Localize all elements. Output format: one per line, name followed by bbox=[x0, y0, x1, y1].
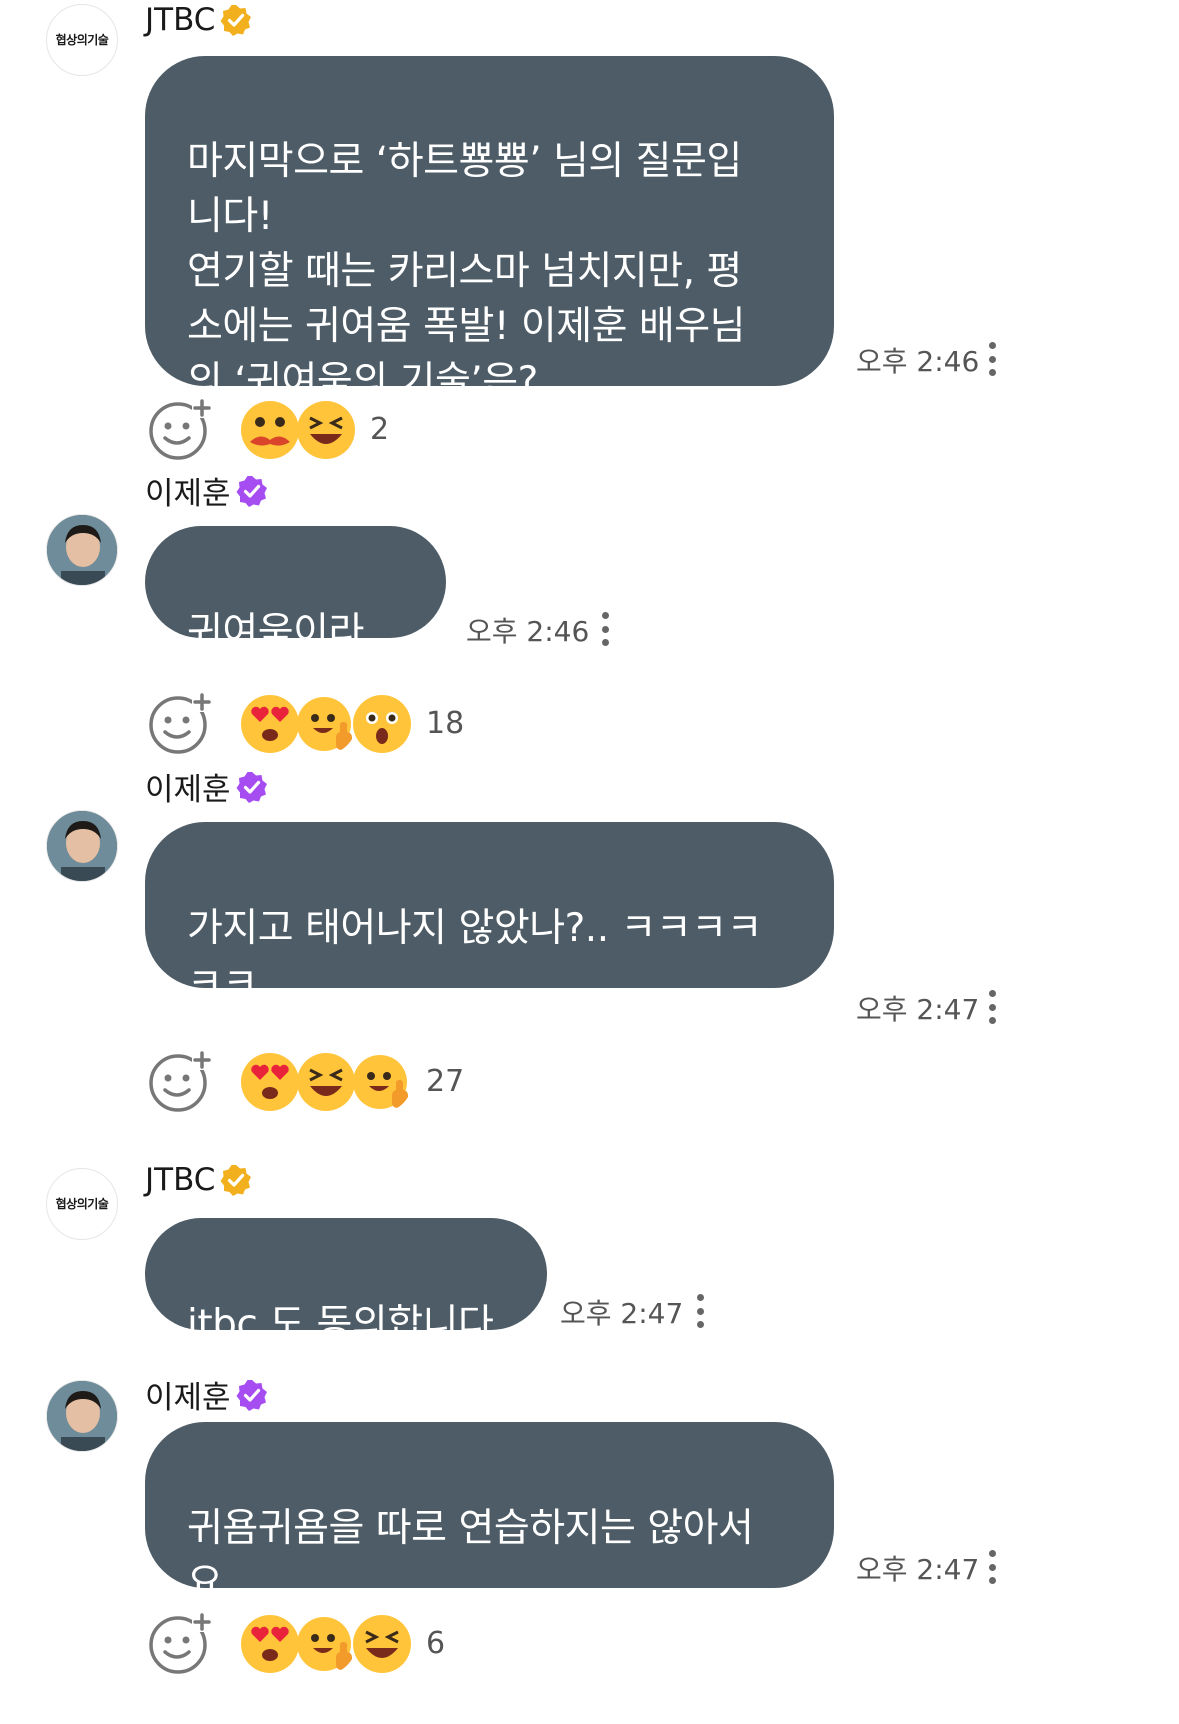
sender-label: JTBC bbox=[145, 1162, 216, 1198]
message-bubble[interactable]: 가지고 태어나지 않았나?.. ㅋㅋㅋㅋ ㅋㅋ bbox=[145, 822, 834, 1006]
reaction-count: 6 bbox=[426, 1626, 446, 1661]
sender-label: JTBC bbox=[145, 2, 216, 38]
message-text: 가지고 태어나지 않았나?.. ㅋㅋㅋㅋ ㅋㅋ bbox=[187, 906, 763, 1006]
more-options-icon[interactable] bbox=[695, 1294, 705, 1328]
message-bubble[interactable]: 마지막으로 ‘하트뿅뿅’ 님의 질문입 니다! 연기할 때는 카리스마 넘치지만… bbox=[145, 56, 834, 404]
message-text: jtbc 도 동의합니다 bbox=[187, 1302, 494, 1347]
grinning-squint-emoji[interactable] bbox=[296, 1052, 356, 1112]
add-reaction-icon[interactable] bbox=[148, 1050, 212, 1114]
sender-label: 이제훈 bbox=[145, 476, 231, 512]
avatar-logo-text: 협상의기술 bbox=[55, 1197, 109, 1211]
sender-name: JTBC bbox=[145, 2, 253, 38]
verified-badge-icon bbox=[220, 1165, 252, 1196]
verified-badge-icon bbox=[236, 475, 267, 507]
avatar[interactable] bbox=[46, 810, 118, 882]
message: 협상의기술 JTBC jtbc 도 동의합니다 오후 2:47 bbox=[0, 1156, 1179, 1356]
sender-label: 이제훈 bbox=[145, 1380, 231, 1416]
sender-name: 이제훈 bbox=[145, 468, 269, 513]
surprised-face-emoji[interactable] bbox=[352, 694, 412, 754]
thumbs-up-face-emoji[interactable] bbox=[296, 694, 356, 754]
avatar-logo-text: 협상의기술 bbox=[55, 33, 109, 47]
verified-badge-icon bbox=[220, 5, 252, 36]
avatar-photo-icon bbox=[47, 811, 117, 881]
add-reaction-icon[interactable] bbox=[148, 692, 212, 756]
heart-eyes-emoji[interactable] bbox=[240, 1614, 300, 1674]
timestamp: 오후 2:47 bbox=[560, 1297, 684, 1330]
thumbs-up-face-emoji[interactable] bbox=[296, 1614, 356, 1674]
reaction-row: 27 bbox=[148, 1050, 548, 1114]
avatar-photo-icon bbox=[47, 1381, 117, 1451]
message-text: 마지막으로 ‘하트뿅뿅’ 님의 질문입 니다! 연기할 때는 카리스마 넘치지만… bbox=[187, 139, 746, 404]
reaction-count: 18 bbox=[426, 706, 465, 741]
message-bubble[interactable]: 귀욤귀욤을 따로 연습하지는 않아서 요.. bbox=[145, 1422, 834, 1606]
heart-eyes-emoji[interactable] bbox=[240, 694, 300, 754]
avatar[interactable]: 협상의기술 bbox=[46, 1168, 118, 1240]
reaction-count: 2 bbox=[370, 412, 390, 447]
sender-name: JTBC bbox=[145, 1162, 253, 1198]
reaction-row: 2 bbox=[148, 398, 548, 462]
timestamp: 오후 2:46 bbox=[466, 615, 590, 648]
thumbs-up-face-emoji[interactable] bbox=[352, 1052, 412, 1112]
message-text: 귀욤귀욤을 따로 연습하지는 않아서 요.. bbox=[187, 1506, 754, 1606]
more-options-icon[interactable] bbox=[987, 1550, 997, 1584]
message: 이제훈 가지고 태어나지 않았나?.. ㅋㅋㅋㅋ ㅋㅋ 오후 2:47 27 bbox=[0, 770, 1179, 1112]
sender-name: 이제훈 bbox=[145, 764, 269, 809]
grinning-squint-emoji[interactable] bbox=[352, 1614, 412, 1674]
avatar[interactable] bbox=[46, 514, 118, 586]
more-options-icon[interactable] bbox=[987, 342, 997, 376]
more-options-icon[interactable] bbox=[600, 612, 610, 646]
verified-badge-icon bbox=[236, 771, 267, 803]
avatar[interactable]: 협상의기술 bbox=[46, 4, 118, 76]
reaction-row: 6 bbox=[148, 1612, 548, 1676]
verified-badge-icon bbox=[236, 1379, 267, 1411]
add-reaction-icon[interactable] bbox=[148, 398, 212, 462]
message-text: 귀여움이라... bbox=[187, 610, 400, 655]
message-bubble[interactable]: 귀여움이라... bbox=[145, 526, 446, 655]
sender-name: 이제훈 bbox=[145, 1372, 269, 1417]
mustache-face-emoji[interactable] bbox=[240, 400, 300, 460]
add-reaction-icon[interactable] bbox=[148, 1612, 212, 1676]
message: 이제훈 귀여움이라... 오후 2:46 18 bbox=[0, 468, 1179, 754]
avatar-photo-icon bbox=[47, 515, 117, 585]
grinning-squint-emoji[interactable] bbox=[296, 400, 356, 460]
avatar[interactable] bbox=[46, 1380, 118, 1452]
message: 협상의기술 JTBC 마지막으로 ‘하트뿅뿅’ 님의 질문입 니다! 연기할 때… bbox=[0, 0, 1179, 460]
reaction-count: 27 bbox=[426, 1064, 465, 1099]
heart-eyes-emoji[interactable] bbox=[240, 1052, 300, 1112]
message: 이제훈 귀욤귀욤을 따로 연습하지는 않아서 요.. 오후 2:47 6 bbox=[0, 1376, 1179, 1716]
timestamp: 오후 2:47 bbox=[856, 993, 980, 1026]
sender-label: 이제훈 bbox=[145, 772, 231, 808]
timestamp: 오후 2:47 bbox=[856, 1553, 980, 1586]
timestamp: 오후 2:46 bbox=[856, 345, 980, 378]
more-options-icon[interactable] bbox=[987, 990, 997, 1024]
reaction-row: 18 bbox=[148, 692, 548, 756]
message-bubble[interactable]: jtbc 도 동의합니다 bbox=[145, 1218, 547, 1347]
